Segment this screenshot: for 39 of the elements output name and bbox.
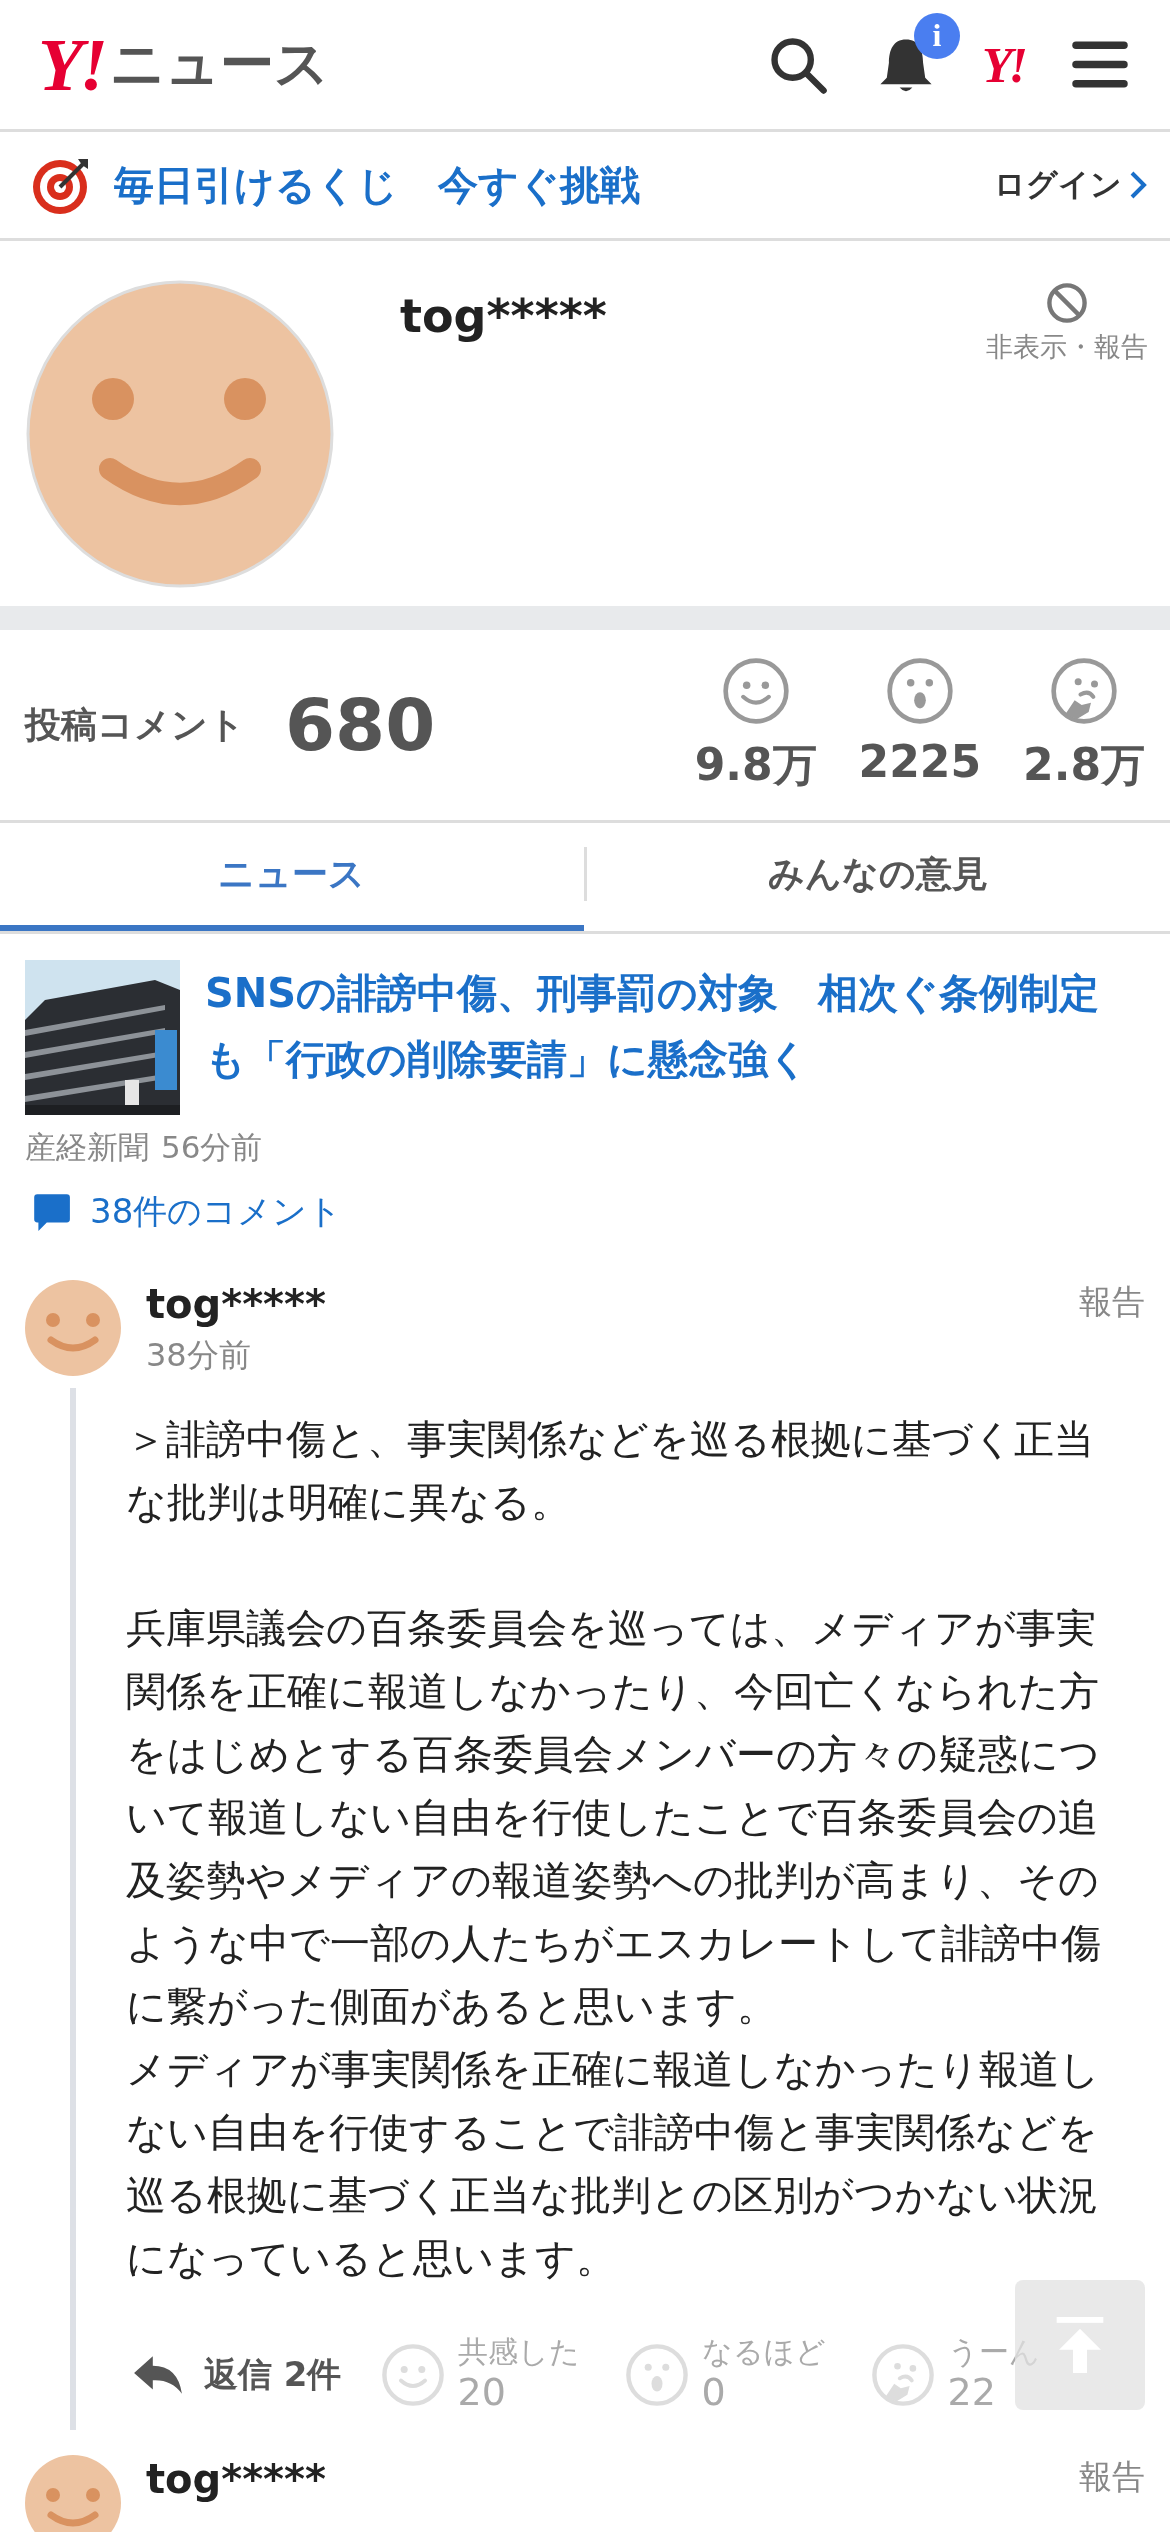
logo-mark[interactable]: Y! bbox=[38, 27, 104, 102]
comments-link[interactable]: 38件のコメント bbox=[25, 1189, 1145, 1235]
user-name: tog***** bbox=[400, 289, 607, 343]
smile-face-icon bbox=[379, 2341, 446, 2408]
hide-report-button[interactable]: 非表示・報告 bbox=[986, 281, 1148, 365]
avatar-icon bbox=[25, 1280, 121, 1376]
tab[interactable]: ニュース bbox=[0, 823, 584, 931]
commenter-name: tog***** bbox=[146, 1280, 327, 1328]
surprised-face-icon bbox=[884, 655, 955, 726]
reaction-count: 2225 bbox=[858, 735, 982, 787]
report-link[interactable]: 報告 bbox=[1079, 2454, 1145, 2500]
reply-button[interactable]: 返信 2件 bbox=[132, 2351, 342, 2398]
article-title-link[interactable]: SNSの誹謗中傷、刑事罰の対象 相次ぐ条例制定も「行政の削除要請」に懸念強く bbox=[205, 960, 1145, 1115]
prohibit-icon bbox=[1045, 281, 1089, 325]
chevron-icon bbox=[1128, 170, 1148, 200]
account-mark[interactable]: Y! bbox=[982, 39, 1024, 90]
avatar-icon bbox=[25, 2454, 121, 2532]
article-time: 56分前 bbox=[161, 1128, 263, 1167]
avatar-icon bbox=[25, 279, 335, 589]
comment-text: メディアが事実関係を正確に報道しなかったり報道しない自由を行使することで誹謗中傷と事実関係などを巡る根拠に基づく正当な批判との区別がつかない状況になっていると思います。 bbox=[126, 2045, 1101, 2283]
stat-label: 投稿コメント bbox=[25, 702, 245, 747]
login-link[interactable]: ログイン bbox=[994, 164, 1148, 206]
comment-count: 680 bbox=[285, 683, 436, 767]
logo-text[interactable]: ニュース bbox=[110, 28, 329, 101]
comment-text: ＞誹謗中傷と、事実関係などを巡る根拠に基づく正当な批判は明確に異なる。 bbox=[126, 1415, 1095, 1527]
surprised-face-icon bbox=[623, 2341, 690, 2408]
smile-face-icon bbox=[720, 655, 791, 726]
reaction-count: 9.8万 bbox=[694, 737, 817, 792]
thinking-face-icon bbox=[1049, 655, 1119, 726]
thinking-face-icon bbox=[869, 2341, 936, 2408]
commenter-name: tog***** bbox=[146, 2454, 327, 2503]
article-source: 産経新聞 bbox=[25, 1128, 149, 1167]
comment-time: 38分前 bbox=[146, 1335, 252, 1376]
notification-badge: i bbox=[914, 12, 960, 59]
reaction-count: 2.8万 bbox=[1023, 737, 1145, 792]
lottery-link[interactable]: 毎日引けるくじ 今すぐ挑戦 bbox=[114, 157, 640, 213]
report-link[interactable]: 報告 bbox=[1079, 1280, 1145, 1325]
tab[interactable]: みんなの意見 bbox=[586, 823, 1170, 931]
comment-text: 兵庫県議会の百条委員会を巡っては、メディアが事実関係を正確に報道しなかったり、今回亡くなられた方をはじめとする百条委員会メンバーの方々の疑惑について報道しない自由を行使したことで百条委員会の追及姿勢やメディアの報道姿勢への批判が高まり、そのような中で一部の人たちがエスカレートして誹謗中傷に繋がった側面があると思います。 bbox=[126, 1604, 1102, 2031]
